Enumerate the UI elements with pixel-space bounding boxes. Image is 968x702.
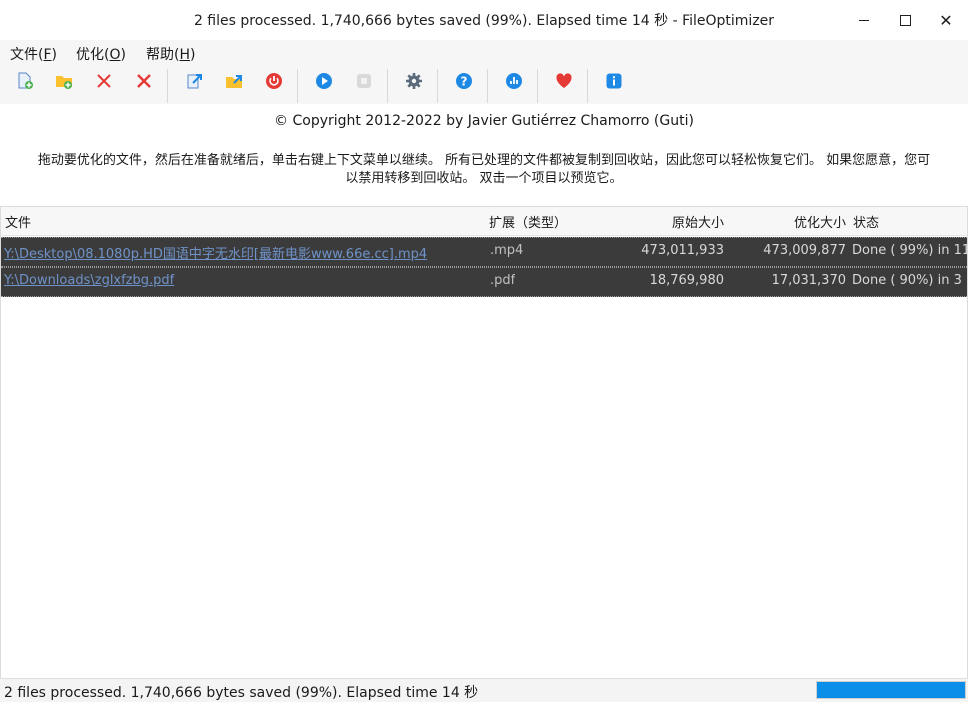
play-icon	[316, 73, 332, 89]
stop-icon	[357, 74, 371, 88]
gear-icon	[406, 73, 422, 89]
donate-button[interactable]	[553, 70, 575, 92]
progress-bar	[816, 681, 966, 699]
status-bar: 2 files processed. 1,740,666 bytes saved…	[0, 678, 968, 702]
table-row[interactable]: Y:\Downloads\zglxfzbg.pdf .pdf 18,769,98…	[1, 267, 967, 297]
extension-cell: .pdf	[490, 273, 516, 288]
stats-button[interactable]	[503, 70, 525, 92]
copyright-text: © Copyright 2012-2022 by Javier Gutiérre…	[274, 113, 694, 129]
status-text: 2 files processed. 1,740,666 bytes saved…	[4, 685, 479, 701]
menu-help[interactable]: 帮助(H)	[144, 44, 197, 64]
column-header-file[interactable]: 文件	[5, 212, 31, 231]
instructions-text: 拖动要优化的文件，然后在准备就绪后，单击右键上下文菜单以继续。 所有已处理的文件…	[0, 152, 968, 188]
toolbar-separator	[437, 69, 438, 103]
toolbar-separator	[587, 69, 588, 103]
toolbar-separator	[487, 69, 488, 103]
progress-fill	[817, 682, 965, 698]
title-bar: 2 files processed. 1,740,666 bytes saved…	[0, 0, 968, 40]
folder-add-icon	[56, 76, 72, 89]
open-button[interactable]	[183, 70, 205, 92]
optimized-size-cell: 17,031,370	[771, 273, 846, 288]
shutdown-button[interactable]	[263, 70, 285, 92]
menu-bar: 文件(F) 优化(O) 帮助(H)	[0, 40, 968, 66]
toolbar-separator	[387, 69, 388, 103]
close-button[interactable]: ✕	[926, 6, 966, 34]
add-folder-button[interactable]	[53, 70, 75, 92]
original-size-cell: 473,011,933	[641, 243, 724, 258]
extension-cell: .mp4	[490, 243, 524, 258]
status-cell: Done ( 99%) in 11	[852, 243, 967, 258]
menu-file[interactable]: 文件(F)	[8, 44, 59, 64]
add-files-button[interactable]	[14, 70, 36, 92]
toolbar: ?	[0, 66, 968, 104]
open-folder-button[interactable]	[223, 70, 245, 92]
heart-icon	[556, 73, 572, 88]
svg-text:?: ?	[461, 75, 468, 89]
column-header-original-size[interactable]: 原始大小	[601, 212, 724, 231]
help-button[interactable]: ?	[453, 70, 475, 92]
help-icon: ?	[456, 73, 472, 89]
about-button[interactable]	[603, 70, 625, 92]
stats-icon	[506, 73, 522, 89]
file-add-icon	[18, 72, 33, 89]
column-header-status[interactable]: 状态	[853, 212, 879, 231]
close-icon: ✕	[939, 10, 953, 30]
clear-list-button[interactable]	[133, 70, 155, 92]
minimize-button[interactable]	[844, 6, 884, 34]
optimize-button[interactable]	[313, 70, 335, 92]
options-button[interactable]	[403, 70, 425, 92]
remove-selected-button[interactable]	[93, 70, 115, 92]
toolbar-separator	[167, 69, 168, 103]
remove-icon	[97, 74, 111, 88]
window-title: 2 files processed. 1,740,666 bytes saved…	[193, 13, 775, 29]
file-path-cell[interactable]: Y:\Downloads\zglxfzbg.pdf	[4, 273, 444, 288]
column-header-optimized-size[interactable]: 优化大小	[731, 212, 846, 231]
info-icon	[606, 73, 622, 89]
toolbar-separator	[537, 69, 538, 103]
maximize-icon	[899, 14, 911, 26]
instructions-line-2: 以禁用转移到回收站。 双击一个项目以预览它。	[345, 171, 623, 186]
clear-icon	[137, 74, 151, 88]
power-icon	[266, 73, 282, 89]
open-file-icon	[187, 74, 202, 89]
status-cell: Done ( 90%) in 3	[852, 273, 962, 288]
instructions-line-1: 拖动要优化的文件，然后在准备就绪后，单击右键上下文菜单以继续。 所有已处理的文件…	[37, 153, 931, 168]
optimized-size-cell: 473,009,877	[763, 243, 846, 258]
table-row[interactable]: Y:\Desktop\08.1080p.HD国语中字无水印[最新电影www.66…	[1, 237, 967, 267]
column-header-extension[interactable]: 扩展（类型）	[489, 212, 567, 231]
toolbar-separator	[297, 69, 298, 103]
file-list[interactable]: 文件 扩展（类型） 原始大小 优化大小 状态 Y:\Desktop\08.108…	[0, 206, 968, 679]
maximize-button[interactable]	[885, 6, 925, 34]
file-path-cell[interactable]: Y:\Desktop\08.1080p.HD国语中字无水印[最新电影www.66…	[4, 243, 444, 262]
menu-optimize[interactable]: 优化(O)	[74, 44, 128, 64]
minimize-icon	[859, 19, 869, 21]
stop-button[interactable]	[353, 70, 375, 92]
list-header: 文件 扩展（类型） 原始大小 优化大小 状态	[1, 207, 967, 236]
open-folder-icon	[226, 75, 242, 88]
original-size-cell: 18,769,980	[649, 273, 724, 288]
